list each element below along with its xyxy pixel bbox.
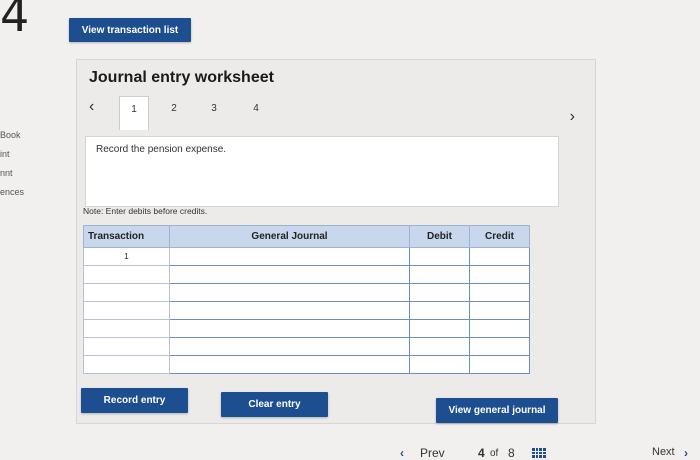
- table-row: [83, 301, 530, 320]
- credit-input[interactable]: [469, 247, 530, 266]
- pagination-footer: ‹ Prev 4 of 8 Next ›: [390, 444, 700, 460]
- debit-input[interactable]: [409, 301, 470, 320]
- general-journal-input[interactable]: [169, 337, 410, 356]
- debit-input[interactable]: [409, 265, 470, 284]
- debit-input[interactable]: [409, 247, 470, 266]
- page-current: 4: [478, 446, 485, 460]
- general-journal-input[interactable]: [169, 301, 410, 320]
- header-general-journal: General Journal: [169, 225, 410, 248]
- record-entry-button[interactable]: Record entry: [81, 388, 188, 413]
- left-nav-item-references[interactable]: ences: [0, 187, 40, 197]
- transaction-cell: 1: [83, 247, 170, 266]
- page-number: 4: [0, 0, 30, 42]
- left-nav-item-book[interactable]: Book: [0, 130, 40, 140]
- grid-icon[interactable]: [532, 448, 546, 458]
- table-row: [83, 283, 530, 302]
- debit-input[interactable]: [409, 355, 470, 374]
- table-row: [83, 355, 530, 374]
- table-row: [83, 265, 530, 284]
- header-transaction: Transaction: [83, 225, 170, 248]
- table-row: [83, 319, 530, 338]
- tab-1[interactable]: 1: [119, 96, 149, 130]
- tab-4[interactable]: 4: [241, 96, 271, 130]
- tab-3[interactable]: 3: [199, 96, 229, 130]
- general-journal-input[interactable]: [169, 265, 410, 284]
- transaction-cell: [83, 265, 170, 284]
- credit-input[interactable]: [469, 337, 530, 356]
- credit-input[interactable]: [469, 265, 530, 284]
- table-row: 1: [83, 247, 530, 266]
- journal-table: Transaction General Journal Debit Credit…: [83, 225, 530, 374]
- transaction-cell: [83, 337, 170, 356]
- page-total: 8: [508, 446, 515, 460]
- credit-input[interactable]: [469, 283, 530, 302]
- prev-link[interactable]: Prev: [420, 446, 445, 460]
- transaction-cell: [83, 283, 170, 302]
- view-transaction-list-button[interactable]: View transaction list: [69, 18, 191, 42]
- chevron-right-icon[interactable]: ›: [570, 108, 575, 126]
- credit-input[interactable]: [469, 301, 530, 320]
- credit-input[interactable]: [469, 319, 530, 338]
- instruction-box: Record the pension expense.: [85, 136, 559, 207]
- table-row: [83, 337, 530, 356]
- transaction-cell: [83, 319, 170, 338]
- transaction-cell: [83, 355, 170, 374]
- general-journal-input[interactable]: [169, 319, 410, 338]
- left-nav: Book int nnt ences: [0, 130, 40, 206]
- journal-entry-worksheet: Journal entry worksheet ‹ 1 2 3 4 › Reco…: [76, 59, 596, 424]
- left-nav-item-2[interactable]: int: [0, 149, 40, 159]
- view-general-journal-button[interactable]: View general journal: [436, 398, 558, 423]
- header-debit: Debit: [409, 225, 470, 248]
- next-link[interactable]: Next: [652, 446, 675, 458]
- transaction-cell: [83, 301, 170, 320]
- worksheet-tabs: ‹ 1 2 3 4 ›: [89, 96, 589, 130]
- instruction-text: Record the pension expense.: [96, 144, 227, 155]
- credit-input[interactable]: [469, 355, 530, 374]
- tab-2[interactable]: 2: [159, 96, 189, 130]
- chevron-left-icon[interactable]: ‹: [400, 446, 404, 460]
- general-journal-input[interactable]: [169, 355, 410, 374]
- general-journal-input[interactable]: [169, 283, 410, 302]
- left-nav-item-3[interactable]: nnt: [0, 168, 40, 178]
- page-of: of: [490, 448, 499, 459]
- debit-input[interactable]: [409, 319, 470, 338]
- header-credit: Credit: [469, 225, 530, 248]
- debit-input[interactable]: [409, 337, 470, 356]
- worksheet-title: Journal entry worksheet: [89, 69, 274, 86]
- general-journal-input[interactable]: [169, 247, 410, 266]
- chevron-left-icon[interactable]: ‹: [89, 98, 94, 116]
- clear-entry-button[interactable]: Clear entry: [221, 392, 328, 417]
- debit-input[interactable]: [409, 283, 470, 302]
- note-text: Note: Enter debits before credits.: [83, 206, 208, 216]
- chevron-right-icon[interactable]: ›: [684, 446, 688, 460]
